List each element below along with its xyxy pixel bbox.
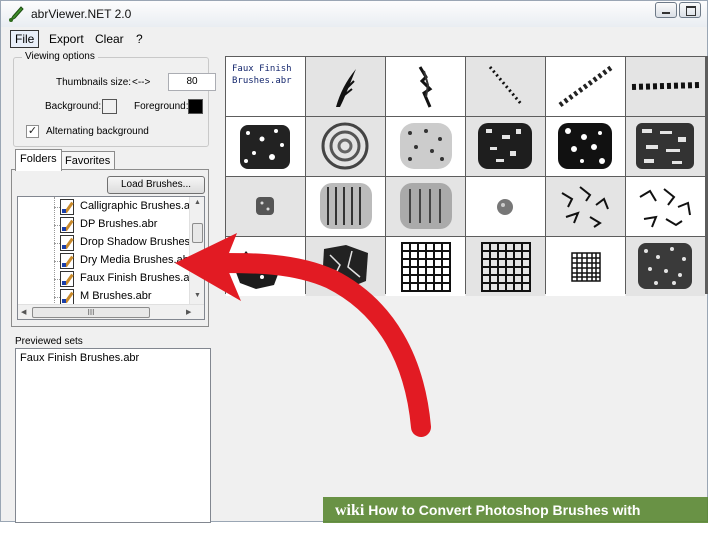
- tree-item-label: Calligraphic Brushes.abr: [80, 200, 200, 212]
- streak-brush-icon[interactable]: [386, 57, 465, 116]
- scroll-left-icon[interactable]: ◀: [21, 308, 26, 316]
- tree-item[interactable]: Calligraphic Brushes.abr: [54, 198, 204, 216]
- title-bar: abrViewer.NET 2.0: [1, 1, 707, 27]
- menu-help[interactable]: ?: [132, 31, 147, 47]
- app-brush-icon: [9, 6, 24, 22]
- vertical-scroll-thumb[interactable]: [192, 223, 203, 243]
- chain-dots-brush-icon[interactable]: [546, 57, 625, 116]
- previewed-set-item[interactable]: Faux Finish Brushes.abr: [20, 352, 139, 364]
- rough-texture-brush-icon[interactable]: [466, 117, 545, 176]
- brush-file-icon: [60, 253, 74, 269]
- set-name-cell: Faux Finish Brushes.abr: [226, 57, 305, 116]
- brush-thumbnail-grid: Faux Finish Brushes.abr: [225, 56, 708, 296]
- tab-favorites[interactable]: Favorites: [60, 151, 116, 171]
- tree-item[interactable]: Drop Shadow Brushes.abr: [54, 234, 204, 252]
- watermark-bar: wiki How to Convert Photoshop Brushes wi…: [323, 497, 708, 545]
- window-title: abrViewer.NET 2.0: [31, 7, 132, 21]
- previewed-sets-list: Faux Finish Brushes.abr: [15, 348, 211, 523]
- scroll-right-icon[interactable]: ▶: [186, 308, 191, 316]
- brush-file-icon: [60, 289, 74, 305]
- watermark-text: How to Convert Photoshop Brushes with ab…: [335, 502, 641, 545]
- tiny-dot-brush-icon[interactable]: [466, 177, 545, 236]
- folders-panel: Load Brushes... Calligraphic Brushes.abr…: [11, 169, 209, 327]
- app-window: abrViewer.NET 2.0 File Export Clear ? Vi…: [0, 0, 708, 545]
- viewing-options-group: Viewing options Thumbnails size: <--> 80…: [13, 51, 216, 147]
- grid-brush-2-icon[interactable]: [466, 237, 545, 296]
- brush-file-tree: Calligraphic Brushes.abr DP Brushes.abr …: [17, 196, 205, 320]
- load-brushes-button[interactable]: Load Brushes...: [107, 176, 205, 194]
- tree-vertical-scrollbar[interactable]: ▲ ▼: [189, 197, 204, 304]
- window-controls: [655, 2, 701, 18]
- menu-file[interactable]: File: [10, 30, 40, 48]
- set-name-line: Brushes.abr: [232, 76, 292, 86]
- crumple-brush-icon[interactable]: [546, 177, 625, 236]
- set-name-line: Faux Finish: [232, 64, 292, 74]
- tree-item-label: M Brushes.abr: [80, 290, 152, 302]
- tree-item[interactable]: DP Brushes.abr: [54, 216, 204, 234]
- tree-item[interactable]: Dry Media Brushes.abr: [54, 252, 204, 270]
- dotted-line-brush-icon[interactable]: [466, 57, 545, 116]
- tree-item-label: DP Brushes.abr: [80, 218, 158, 230]
- speckle-brush-icon[interactable]: [386, 117, 465, 176]
- watermark-logo: wiki: [335, 502, 365, 519]
- menu-bar: File Export Clear ?: [1, 28, 707, 50]
- thumbnails-size-input[interactable]: 80: [168, 73, 216, 91]
- small-sponge-brush-icon[interactable]: [226, 177, 305, 236]
- foreground-color-swatch[interactable]: [188, 99, 203, 114]
- tree-item-label: Dry Media Brushes.abr: [80, 254, 193, 266]
- scroll-up-icon[interactable]: ▲: [194, 199, 201, 206]
- feather-brush-icon[interactable]: [306, 57, 385, 116]
- minimize-icon[interactable]: [655, 2, 677, 18]
- tab-folders[interactable]: Folders: [15, 149, 62, 171]
- horizontal-scroll-thumb[interactable]: III: [32, 307, 150, 318]
- grid-brush-icon[interactable]: [386, 237, 465, 296]
- maximize-icon[interactable]: [679, 2, 701, 18]
- swirl-brush-icon[interactable]: [306, 117, 385, 176]
- background-label: Background:: [45, 101, 102, 112]
- noise-brush-icon[interactable]: [626, 237, 705, 296]
- vertical-streak-brush-icon[interactable]: [306, 177, 385, 236]
- tree-horizontal-scrollbar[interactable]: ◀ III ▶: [18, 304, 204, 319]
- menu-export[interactable]: Export: [45, 31, 88, 47]
- alternating-checkbox[interactable]: ✓: [26, 125, 39, 138]
- menu-clear[interactable]: Clear: [91, 31, 128, 47]
- thumbnails-size-label: Thumbnails size:: [56, 77, 132, 88]
- stipple-brush-icon[interactable]: [386, 177, 465, 236]
- brush-file-icon: [60, 235, 74, 251]
- thumbnails-arrow: <-->: [132, 77, 151, 88]
- tree-item-label: Drop Shadow Brushes.abr: [80, 236, 205, 248]
- viewing-options-legend: Viewing options: [22, 51, 98, 62]
- brush-file-icon: [60, 217, 74, 233]
- tree-item-label: Faux Finish Brushes.abr: [80, 272, 200, 284]
- sponge-brush-icon[interactable]: [226, 117, 305, 176]
- cracked-brush-icon[interactable]: [306, 237, 385, 296]
- dense-texture-brush-icon[interactable]: [546, 117, 625, 176]
- scatter-texture-brush-icon[interactable]: [626, 117, 705, 176]
- tree-item[interactable]: Faux Finish Brushes.abr: [54, 270, 204, 288]
- alternating-label: Alternating background: [46, 126, 149, 137]
- brush-file-icon: [60, 271, 74, 287]
- small-grid-brush-icon[interactable]: [546, 237, 625, 296]
- dash-row-brush-icon[interactable]: [626, 57, 705, 116]
- previewed-sets-label: Previewed sets: [15, 336, 83, 347]
- background-color-swatch[interactable]: [102, 99, 117, 114]
- rough-edge-brush-icon[interactable]: [226, 237, 305, 296]
- foreground-label: Foreground:: [134, 101, 189, 112]
- crumple-brush-2-icon[interactable]: [626, 177, 705, 236]
- brush-file-icon: [60, 199, 74, 215]
- scroll-down-icon[interactable]: ▼: [194, 292, 201, 299]
